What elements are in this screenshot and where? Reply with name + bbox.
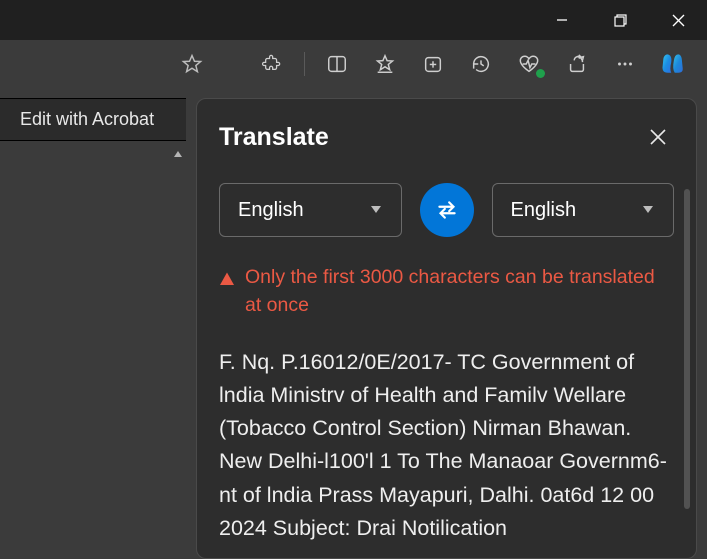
scroll-up-arrow-icon[interactable] [169, 145, 186, 162]
split-screen-icon[interactable] [315, 44, 359, 84]
browser-toolbar [0, 40, 707, 88]
collections-icon[interactable] [411, 44, 455, 84]
favorites-list-icon[interactable] [363, 44, 407, 84]
panel-scrollbar[interactable] [684, 189, 690, 509]
window-titlebar [0, 0, 707, 40]
warning-message: Only the first 3000 characters can be tr… [219, 263, 674, 320]
edit-with-acrobat-button[interactable]: Edit with Acrobat [0, 98, 186, 141]
browser-health-icon[interactable] [507, 44, 551, 84]
more-icon[interactable] [603, 44, 647, 84]
target-language-select[interactable]: English [492, 183, 675, 237]
window-maximize-button[interactable] [591, 0, 649, 40]
warning-text: Only the first 3000 characters can be tr… [245, 263, 674, 320]
chevron-down-icon [641, 199, 655, 222]
extensions-icon[interactable] [250, 44, 294, 84]
favorite-star-icon[interactable] [170, 44, 214, 84]
swap-languages-button[interactable] [420, 183, 474, 237]
target-language-label: English [511, 199, 577, 222]
share-icon[interactable] [555, 44, 599, 84]
window-minimize-button[interactable] [533, 0, 591, 40]
history-icon[interactable] [459, 44, 503, 84]
translate-panel-title: Translate [219, 123, 329, 152]
warning-icon [219, 267, 235, 295]
source-language-label: English [238, 199, 304, 222]
translate-panel: Translate English [196, 98, 697, 559]
chevron-down-icon [369, 199, 383, 222]
document-toolbar-strip: Edit with Acrobat [0, 88, 186, 559]
edit-with-acrobat-label: Edit with Acrobat [20, 109, 154, 130]
window-close-button[interactable] [649, 0, 707, 40]
source-language-select[interactable]: English [219, 183, 402, 237]
translated-body-text: F. Nq. P.16012/0E/2017- TC Government of… [219, 346, 674, 546]
copilot-icon[interactable] [651, 44, 695, 84]
toolbar-separator [304, 52, 305, 76]
close-icon[interactable] [642, 121, 674, 153]
